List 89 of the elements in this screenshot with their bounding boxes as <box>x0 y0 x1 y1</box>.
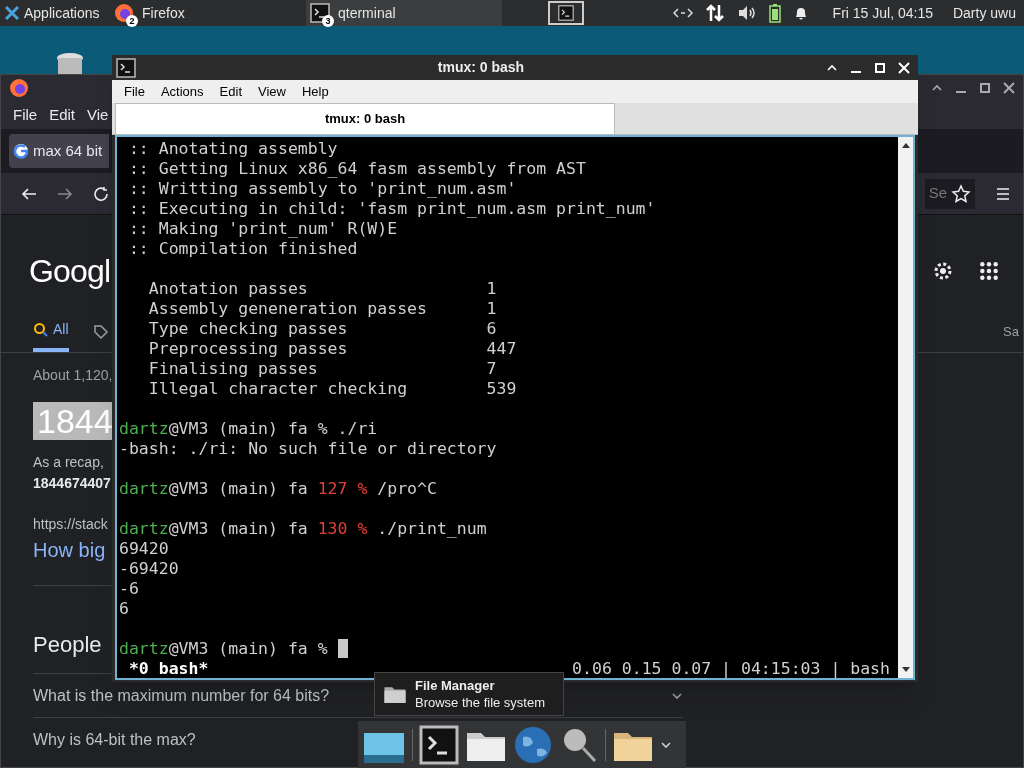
terminal-icon <box>310 3 330 23</box>
snippet-number: 1844674407 <box>33 474 111 493</box>
terminal-line: Type checking passes 6 <box>147 319 498 339</box>
menu-item[interactable]: Actions <box>160 81 204 102</box>
prompt-user: dartz <box>119 519 169 539</box>
taskbar-button[interactable]: 3 qterminal <box>306 0 502 26</box>
terminal-icon <box>116 57 136 78</box>
menu-item[interactable]: Help <box>301 81 329 102</box>
terminal-line: -6 <box>119 579 140 599</box>
tmux-window-label: *0 bash* <box>127 659 209 678</box>
firefox-icon <box>114 3 134 23</box>
menu-item[interactable]: Edit <box>49 103 76 127</box>
terminal-line: :: Compilation finished <box>127 239 359 259</box>
terminal-line: 69420 <box>119 539 170 559</box>
prompt-user: dartz <box>119 639 169 659</box>
snippet-text: As a recap, <box>33 453 104 472</box>
prompt-status: 127 % <box>317 479 368 499</box>
prompt-status: 130 % <box>317 519 368 539</box>
terminal-line: :: Getting Linux x86_64 fasm assembly from AST <box>127 159 587 179</box>
applications-menu[interactable]: Applications <box>24 2 100 24</box>
command-text: ./print_num <box>376 519 487 539</box>
question-text[interactable]: Why is 64-bit the max? <box>33 727 196 752</box>
terminal-line: Finalising passes 7 <box>147 359 498 379</box>
workspace-switcher[interactable] <box>548 1 584 25</box>
tooltip-title: File Manager <box>415 677 496 694</box>
window-title: tmux: 0 bash <box>436 58 526 77</box>
menu-item[interactable]: File <box>13 103 38 127</box>
terminal-icon <box>558 5 574 21</box>
terminal-line: Illegal character checking 539 <box>147 379 518 399</box>
tooltip-subtitle: Browse the file system <box>415 694 546 711</box>
result-link[interactable]: How big <box>33 535 106 565</box>
prompt-host: @VM3 (main) fa <box>168 419 309 439</box>
battery-icon[interactable] <box>768 3 781 23</box>
back-icon[interactable] <box>21 185 37 202</box>
terminal-line: Anotation passes 1 <box>147 279 498 299</box>
prompt-status: % <box>317 639 328 659</box>
clock[interactable]: Fri 15 Jul, 04:15 <box>832 2 933 24</box>
count-badge: 2 <box>126 15 138 27</box>
count-badge: 3 <box>322 15 334 27</box>
star-icon[interactable] <box>951 183 971 204</box>
terminal-line: -bash: ./ri: No such file or directory <box>119 439 498 459</box>
browser-tab[interactable]: max 64 bit <box>9 134 109 168</box>
terminal-line: :: Making 'print_num' R(W)E <box>127 219 399 239</box>
terminal-line: Assembly geneneration passes 1 <box>147 299 498 319</box>
search-icon <box>33 321 49 338</box>
menu-icon[interactable] <box>995 185 1011 202</box>
apps-grid-icon[interactable] <box>979 261 999 281</box>
prompt-status: % <box>317 419 328 439</box>
menu-item[interactable]: View <box>258 81 286 102</box>
section-heading: People <box>33 632 102 657</box>
question-text[interactable]: What is the maximum number for 64 bits? <box>33 683 330 708</box>
tmux-status: 0.06 0.15 0.07 | 04:15:03 | bash <box>572 659 890 678</box>
prompt-host: @VM3 (main) fa <box>168 639 309 659</box>
g-logo-icon <box>13 143 29 159</box>
search-field[interactable]: Se <box>924 178 975 209</box>
terminal-line: 6 <box>119 599 130 619</box>
terminal-tab[interactable]: tmux: 0 bash <box>115 103 615 134</box>
command-text: ./ri <box>336 419 378 439</box>
menu-item[interactable]: File <box>124 81 145 102</box>
prompt-user: dartz <box>119 479 169 499</box>
terminal-line: Preprocessing passes 447 <box>147 339 518 359</box>
scrollbar[interactable] <box>898 137 913 678</box>
transfer-icon[interactable] <box>704 3 725 23</box>
prompt-host: @VM3 (main) fa <box>168 519 309 539</box>
tag-icon[interactable] <box>92 323 109 340</box>
folder-icon <box>383 684 407 704</box>
prompt-host: @VM3 (main) fa <box>168 479 309 499</box>
tools-link[interactable]: Sa <box>1003 321 1019 350</box>
reload-icon[interactable] <box>93 185 109 202</box>
google-logo[interactable]: Googl <box>29 247 111 295</box>
terminal-line: :: Executing in child: 'fasm print_num.asm print_num' <box>127 199 657 219</box>
maximize-icon[interactable] <box>979 82 991 94</box>
result-count: About 1,120, <box>33 366 113 385</box>
command-text: /pro^C <box>376 479 437 499</box>
terminal-icon <box>419 724 459 765</box>
firefox-icon <box>9 78 29 98</box>
close-icon[interactable] <box>1003 82 1015 94</box>
globe-icon[interactable] <box>513 724 553 765</box>
terminal-line: :: Anotating assembly <box>127 139 339 159</box>
forward-icon[interactable] <box>57 185 73 202</box>
prompt-user: dartz <box>119 419 169 439</box>
terminal-line: :: Writting assembly to 'print_num.asm' <box>127 179 518 199</box>
result-url: https://stack <box>33 515 108 534</box>
menu-item[interactable]: Edit <box>219 81 242 102</box>
x-logo-icon[interactable] <box>4 5 20 21</box>
terminal-line: -69420 <box>119 559 180 579</box>
search-tab[interactable]: All <box>33 319 69 352</box>
menu-item[interactable]: Vie <box>87 103 109 127</box>
user-name[interactable]: Darty uwu <box>952 2 1016 24</box>
